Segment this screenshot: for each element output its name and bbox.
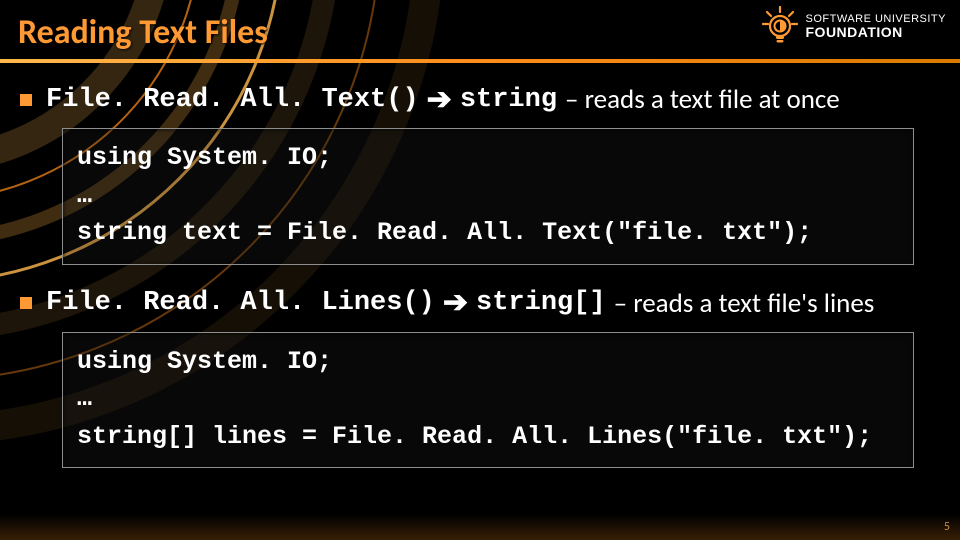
bullet-1-method: File. Read. All. Text() [46,85,419,115]
slide-content: Reading Text Files File. Read. All. Text… [0,0,960,540]
bullet-2-method: File. Read. All. Lines() [46,288,435,318]
arrow-icon: ➔ [427,85,452,115]
page-number: 5 [944,520,950,534]
bullet-2-desc: – reads a text file's lines [614,287,875,320]
bullet-1-returns: string [460,85,557,115]
code-block-2: using System. IO; … string[] lines = Fil… [62,332,914,469]
title-underline [0,59,960,63]
bullet-1: File. Read. All. Text() ➔ string – reads… [20,83,942,116]
logo: SOFTWARE UNIVERSITY FOUNDATION [760,6,947,46]
lightbulb-icon [760,6,800,46]
logo-text: SOFTWARE UNIVERSITY FOUNDATION [806,14,947,39]
arrow-icon: ➔ [443,288,468,318]
logo-line2: FOUNDATION [806,25,947,39]
bullet-2-returns: string[] [476,288,606,318]
bullet-2: File. Read. All. Lines() ➔ string[] – re… [20,287,942,320]
bullet-square-icon [20,94,32,106]
bullet-square-icon [20,297,32,309]
bullet-1-desc: – reads a text file at once [565,83,840,116]
logo-line1: SOFTWARE UNIVERSITY [806,14,947,25]
code-block-1: using System. IO; … string text = File. … [62,128,914,265]
